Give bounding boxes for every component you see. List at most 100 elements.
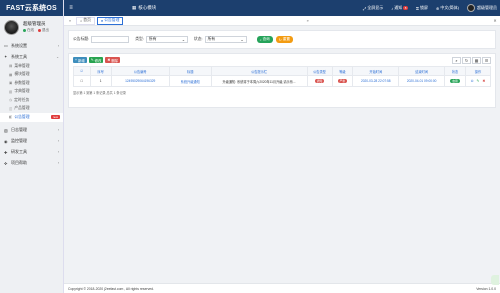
type-filter-value: 所有: [148, 37, 157, 41]
view-icon[interactable]: ⊙: [471, 79, 474, 83]
bell-icon: ♪: [391, 5, 394, 11]
col-header[interactable]: 序号: [89, 66, 112, 76]
chevron-down-icon: ⌄: [240, 38, 244, 42]
wrench-icon: ✚: [4, 149, 8, 155]
search-toggle-icon[interactable]: ⌕: [452, 56, 461, 64]
sidebar-subitem-menu[interactable]: ▤ 菜单管理: [0, 62, 63, 71]
tab-scroll-left-icon[interactable]: «: [64, 19, 76, 23]
tab-home[interactable]: ⌂ 首页: [76, 16, 95, 25]
user-menu[interactable]: 超级管理员: [467, 4, 497, 12]
chevron-down-icon: ⌄: [181, 38, 185, 42]
fullscreen-label: 全屏显示: [367, 5, 384, 10]
table-panel: + 新增 ✎ 修改 ✖ 删除 ⌕ ↻ ▦ ☰ ☑ 序号 公告编号 标题 公告提示栏 公…: [68, 53, 496, 108]
refresh-icon[interactable]: ↻: [462, 56, 471, 64]
delete-button-label: 删除: [111, 58, 119, 63]
table-row[interactable]: ☐ 1 12495029064196329 系统升级通知 升级通知: 系统将于本…: [73, 75, 492, 87]
cell-number[interactable]: 12495029064196329: [110, 75, 170, 87]
language-select[interactable]: ⊕ 中文(简体): [436, 5, 459, 11]
col-header[interactable]: 公告类型: [306, 66, 333, 76]
dict-icon: ▥: [9, 89, 13, 94]
sidebar-subitem-dict[interactable]: ▥ 字典管理: [0, 88, 63, 97]
sidebar-subitem-module[interactable]: ▦ 模块管理: [0, 71, 63, 80]
sidebar-item-monitor[interactable]: ◉ 监控管理 ‹: [0, 136, 63, 147]
sidebar-item-label: 系统设置: [11, 42, 27, 48]
fullscreen-icon: ⤢: [363, 5, 367, 11]
type-filter-label: 类型:: [135, 37, 144, 41]
notify-button[interactable]: ♪ 通知 8: [391, 5, 408, 11]
version-text: Version 1.0.0: [476, 286, 496, 291]
add-button[interactable]: + 新增: [73, 56, 87, 64]
footer: Copyright © 2018-2020 j2eefast.com , All…: [64, 283, 500, 293]
chevron-down-icon: ⌄: [56, 54, 59, 59]
sidebar-item-dev-tools[interactable]: ✚ 研发工具 ‹: [0, 147, 63, 158]
status-filter-value: 所有: [207, 37, 216, 41]
sidebar-subitem-params[interactable]: ▣ 参数管理: [0, 79, 63, 88]
col-header[interactable]: 操作: [464, 66, 492, 76]
search-button-label: 查询: [262, 37, 270, 41]
tab-close-icon[interactable]: ✕: [490, 18, 500, 23]
sidebar-subitem-label: 参数管理: [14, 80, 30, 85]
status-logout[interactable]: 退出: [42, 28, 49, 32]
list-icon[interactable]: ☰: [482, 56, 491, 64]
type-badge: 通知: [314, 79, 325, 83]
tab-scroll-right-icon[interactable]: »: [303, 19, 313, 23]
col-header[interactable]: 结束时间: [398, 66, 446, 76]
logout-dot-icon: [37, 28, 41, 32]
tab-notice[interactable]: ● 公告管理: [96, 16, 124, 25]
user-info: 超级管理员 在线 退出: [23, 21, 49, 33]
sidebar-subitem-cron[interactable]: ◷ 定时任务: [0, 96, 63, 105]
cell-actions: ⊙ ✎ ✖: [464, 75, 492, 87]
pagination-info: 显示第 1 到第 1 条记录,总共 1 条记录: [73, 91, 126, 95]
select-all-checkbox[interactable]: ☑: [73, 66, 91, 76]
delete-button[interactable]: ✖ 删除: [105, 56, 121, 64]
plus-icon: +: [75, 58, 77, 62]
type-filter-select[interactable]: 所有 ⌄: [145, 36, 188, 43]
col-header[interactable]: 状态: [444, 66, 466, 76]
columns-icon[interactable]: ▦: [472, 56, 481, 64]
add-button-label: 新增: [77, 58, 85, 63]
sidebar-item-help[interactable]: ✜ 项目帮助 ‹: [0, 158, 63, 169]
edit-button[interactable]: ✎ 修改: [88, 56, 104, 64]
top-nav-home-label: 核心模块: [138, 5, 157, 10]
copyright-text: Copyright © 2018-2020 j2eefast.com , All…: [68, 286, 154, 291]
status-filter-label: 状态:: [193, 37, 203, 41]
sidebar-item-logs[interactable]: ▧ 日志管理 ‹: [0, 125, 63, 136]
title-filter-input[interactable]: [91, 36, 130, 43]
log-icon: ▧: [4, 127, 8, 133]
sidebar-subitem-notice[interactable]: ◧ 公告管理 new: [0, 113, 63, 122]
edit-button-label: 修改: [94, 58, 102, 63]
col-header[interactable]: 标题: [168, 66, 212, 76]
notice-table: ☑ 序号 公告编号 标题 公告提示栏 公告类型 等级 开始时间 结束时间 状态 …: [73, 66, 492, 87]
reset-button[interactable]: ↻ 重置: [275, 36, 293, 43]
sidebar-subitem-product[interactable]: ◫ 产品管理: [0, 105, 63, 114]
row-checkbox[interactable]: ☐: [73, 75, 91, 87]
notify-label: 通知: [394, 5, 403, 10]
trash-icon[interactable]: ✖: [482, 79, 485, 83]
search-button[interactable]: ⌕ 查询: [256, 36, 273, 43]
lock-button[interactable]: ⚿ 锁屏: [416, 5, 428, 11]
col-header[interactable]: 开始时间: [352, 66, 400, 76]
edit-icon[interactable]: ✎: [476, 79, 479, 83]
col-header[interactable]: 公告编号: [110, 66, 170, 76]
user-panel: 超级管理员 在线 退出: [0, 16, 63, 38]
lock-icon: ⚿: [415, 5, 419, 11]
corner-widget[interactable]: [491, 275, 499, 285]
avatar[interactable]: [4, 19, 19, 35]
table-header-row: ☑ 序号 公告编号 标题 公告提示栏 公告类型 等级 开始时间 结束时间 状态 …: [73, 66, 492, 76]
notify-count-badge: 8: [403, 6, 408, 10]
col-header[interactable]: 等级: [331, 66, 354, 76]
chevron-left-icon: ‹: [57, 128, 59, 132]
status-filter-select[interactable]: 所有 ⌄: [204, 36, 247, 43]
fullscreen-button[interactable]: ⤢ 全屏显示: [363, 5, 383, 11]
menu-toggle-icon[interactable]: ≡: [66, 3, 76, 13]
sidebar-item-label: 项目帮助: [11, 160, 27, 165]
cell-title[interactable]: 系统升级通知: [168, 75, 212, 87]
top-nav-home[interactable]: ▦ 核心模块: [132, 5, 156, 11]
tools-icon: ✦: [4, 54, 8, 59]
menu-icon: ▤: [9, 64, 13, 69]
col-header[interactable]: 公告提示栏: [210, 66, 308, 76]
status-badge: 启用: [450, 79, 460, 83]
chevron-left-icon: ‹: [57, 43, 59, 48]
sidebar-item-system-tools[interactable]: ✦ 系统工具 ⌄: [0, 51, 63, 62]
sidebar-item-system-settings[interactable]: ▭ 系统设置 ‹: [0, 40, 63, 51]
